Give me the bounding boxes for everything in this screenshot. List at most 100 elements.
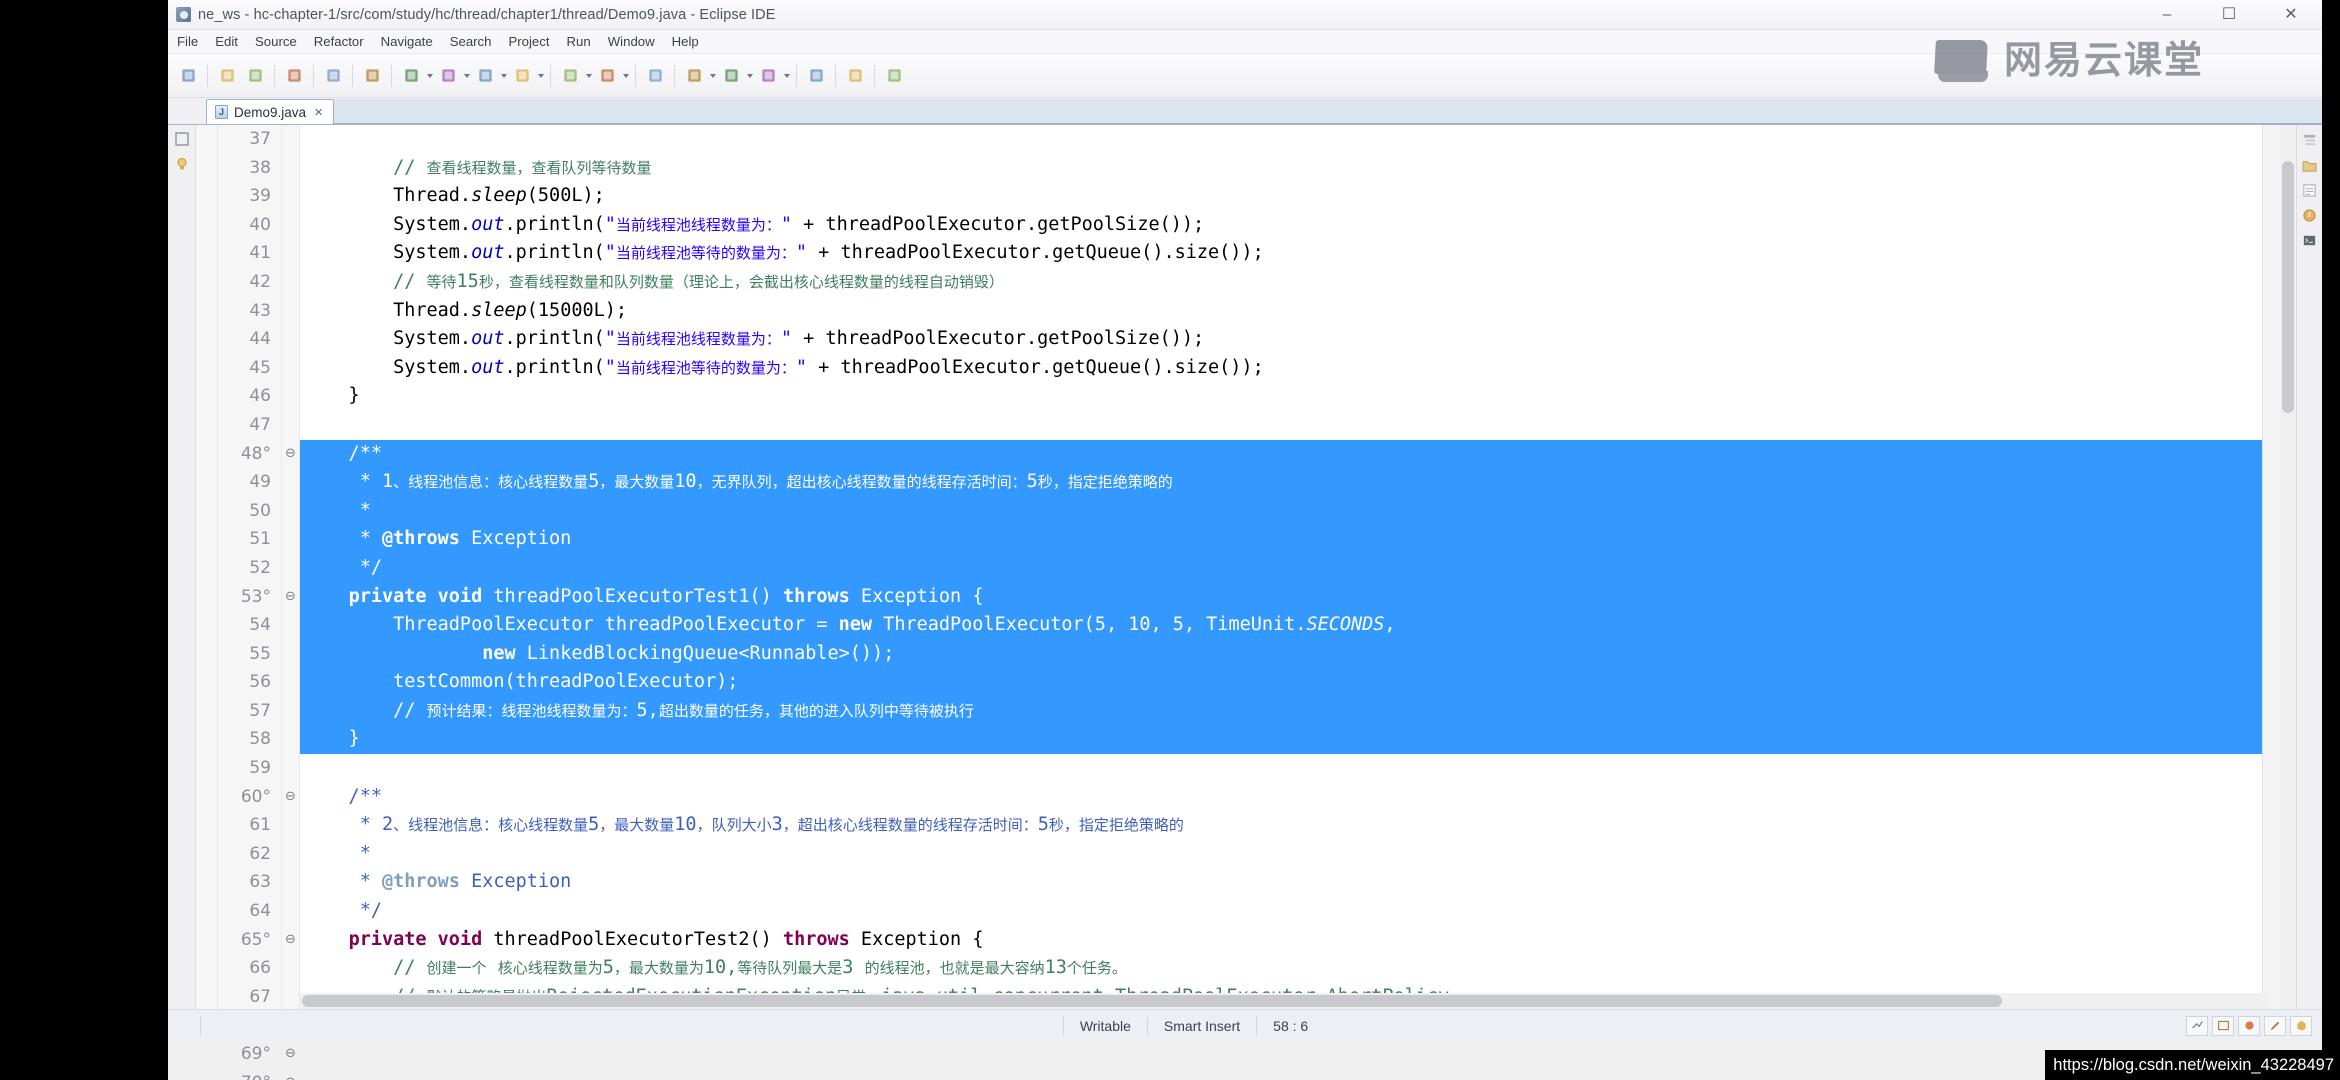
menu-item-run[interactable]: Run — [567, 34, 602, 49]
problems-view-icon[interactable] — [2302, 208, 2317, 223]
menu-item-edit[interactable]: Edit — [215, 34, 249, 49]
code-line[interactable]: */ — [300, 553, 2262, 583]
code-line[interactable]: * — [300, 840, 2262, 869]
code-line[interactable]: new LinkedBlockingQueue<Runnable>()); — [300, 639, 2262, 669]
toolbar-toggle-breakpoint-icon[interactable] — [842, 63, 868, 89]
code-line[interactable]: Thread.sleep(500L); — [300, 182, 2262, 211]
code-line[interactable]: */ — [300, 897, 2262, 926]
code-line[interactable]: testCommon(threadPoolExecutor); — [300, 668, 2262, 697]
toolbar-coverage-icon[interactable] — [509, 63, 535, 89]
tab-demo9-java[interactable]: Demo9.java ✕ — [206, 99, 335, 124]
fold-toggle[interactable]: ⊖ — [282, 1040, 299, 1069]
toolbar-dropdown-caret[interactable] — [499, 63, 508, 89]
toolbar-dropdown-caret[interactable] — [745, 63, 754, 89]
toolbar-run-external-icon[interactable] — [472, 63, 498, 89]
fold-toggle[interactable]: ⊖ — [282, 783, 299, 812]
code-line[interactable]: // 查看线程数量，查看队列等待数量 — [300, 154, 2262, 183]
fold-toggle[interactable]: ⊖ — [282, 926, 299, 955]
code-line[interactable]: System.out.println("当前线程池等待的数量为：" + thre… — [300, 239, 2262, 268]
code-line[interactable]: } — [300, 382, 2262, 411]
toolbar-search-icon[interactable] — [642, 63, 668, 89]
status-tray-icon-2[interactable] — [2212, 1015, 2234, 1036]
code-folding-ruler[interactable]: ⊖⊖⊖⊖⊖⊖ — [282, 125, 300, 1080]
code-line[interactable]: private void threadPoolExecutorTest2() t… — [300, 926, 2262, 955]
code-line[interactable]: // 预计结果：线程池线程数量为：5,超出数量的任务，其他的进入队列中等待被执行 — [300, 696, 2262, 726]
annotation-marker-bar[interactable] — [196, 125, 218, 1009]
package-explorer-icon[interactable] — [2302, 158, 2317, 173]
menu-item-refactor[interactable]: Refactor — [314, 34, 375, 49]
menu-item-source[interactable]: Source — [255, 34, 308, 49]
status-tray-icon-5[interactable] — [2290, 1015, 2312, 1036]
editor-vertical-scrollbar[interactable] — [2280, 125, 2296, 1009]
toolbar-print-icon[interactable] — [281, 63, 307, 89]
code-line[interactable]: * @throws Exception — [300, 525, 2262, 554]
menu-item-window[interactable]: Window — [608, 34, 666, 49]
code-line[interactable]: } — [300, 725, 2262, 755]
code-line[interactable]: System.out.println("当前线程池线程数量为：" + threa… — [300, 211, 2262, 240]
status-tray-icon-4[interactable] — [2264, 1015, 2286, 1036]
maximize-view-icon[interactable] — [174, 131, 190, 147]
code-line[interactable]: System.out.println("当前线程池等待的数量为：" + thre… — [300, 354, 2262, 383]
toolbar-open-type-icon[interactable] — [320, 63, 346, 89]
horizontal-scroll-thumb[interactable] — [302, 995, 2002, 1007]
toolbar-dropdown-caret[interactable] — [425, 63, 434, 89]
toolbar-run-icon[interactable] — [435, 63, 461, 89]
fold-toggle[interactable]: ⊖ — [282, 583, 299, 612]
overview-ruler[interactable] — [2262, 125, 2280, 1009]
code-line[interactable]: ThreadPoolExecutor threadPoolExecutor = … — [300, 611, 2262, 640]
code-line[interactable] — [300, 125, 2262, 154]
code-line[interactable]: * @throws Exception — [300, 868, 2262, 897]
toolbar-dropdown-caret[interactable] — [621, 63, 630, 89]
toolbar-dropdown-caret[interactable] — [584, 63, 593, 89]
fold-toggle[interactable]: ⊖ — [282, 1069, 299, 1080]
code-line[interactable]: /** — [300, 439, 2262, 469]
status-tray-icon-1[interactable] — [2186, 1015, 2208, 1036]
code-line[interactable]: Thread.sleep(15000L); — [300, 297, 2262, 326]
menu-item-help[interactable]: Help — [672, 34, 710, 49]
code-line[interactable]: * 2、线程池信息：核心线程数量5，最大数量10，队列大小3，超出核心线程数量的… — [300, 811, 2262, 840]
minimize-button[interactable]: – — [2136, 0, 2198, 30]
code-line[interactable]: System.out.println("当前线程池线程数量为：" + threa… — [300, 325, 2262, 354]
toolbar-save-icon[interactable] — [214, 63, 240, 89]
toolbar-dropdown-caret[interactable] — [782, 63, 791, 89]
menu-item-search[interactable]: Search — [450, 34, 503, 49]
toolbar-back-icon[interactable] — [718, 63, 744, 89]
code-line[interactable] — [300, 754, 2262, 783]
toolbar-last-edit-icon[interactable] — [681, 63, 707, 89]
editor-horizontal-scrollbar[interactable] — [300, 993, 2268, 1009]
menu-item-project[interactable]: Project — [508, 34, 560, 49]
task-list-icon[interactable] — [2302, 183, 2317, 198]
toolbar-skip-breakpoints-icon[interactable] — [881, 63, 907, 89]
vertical-scroll-thumb[interactable] — [2282, 161, 2294, 413]
code-line[interactable]: // 等待15秒，查看线程数量和队列数量（理论上，会截出核心线程数量的线程自动销… — [300, 268, 2262, 297]
bulb-quickfix-icon[interactable] — [174, 156, 190, 172]
console-view-icon[interactable] — [2302, 233, 2317, 248]
line-number: 60° — [240, 786, 271, 807]
toolbar-new-class-icon[interactable] — [594, 63, 620, 89]
maximize-button[interactable]: ☐ — [2198, 0, 2260, 30]
code-line[interactable]: * 1、线程池信息：核心线程数量5，最大数量10，无界队列，超出核心线程数量的线… — [300, 468, 2262, 497]
code-line[interactable]: /** — [300, 783, 2262, 812]
code-line[interactable]: // 创建一个 核心线程数量为5，最大数量为10,等待队列最大是3 的线程池，也… — [300, 954, 2262, 983]
toolbar-new-wizard-icon[interactable] — [175, 63, 201, 89]
code-line[interactable] — [300, 411, 2262, 440]
status-tray-icon-3[interactable] — [2238, 1015, 2260, 1036]
outline-view-icon[interactable] — [2302, 133, 2317, 148]
code-line[interactable]: private void threadPoolExecutorTest1() t… — [300, 582, 2262, 612]
fold-toggle[interactable]: ⊖ — [282, 440, 299, 469]
toolbar-forward-icon[interactable] — [755, 63, 781, 89]
code-text-area[interactable]: // 查看线程数量，查看队列等待数量 Thread.sleep(500L); S… — [300, 125, 2262, 1009]
toolbar-dropdown-caret[interactable] — [462, 63, 471, 89]
menu-item-navigate[interactable]: Navigate — [381, 34, 444, 49]
tab-close-icon[interactable]: ✕ — [314, 106, 323, 119]
close-button[interactable]: ✕ — [2260, 0, 2322, 30]
toolbar-new-java-project-icon[interactable] — [557, 63, 583, 89]
menu-item-file[interactable]: File — [177, 34, 209, 49]
toolbar-save-all-icon[interactable] — [242, 63, 268, 89]
toolbar-pin-editor-icon[interactable] — [803, 63, 829, 89]
toolbar-debug-icon[interactable] — [398, 63, 424, 89]
code-line[interactable]: * — [300, 496, 2262, 526]
toolbar-build-all-icon[interactable] — [359, 63, 385, 89]
toolbar-dropdown-caret[interactable] — [536, 63, 545, 89]
toolbar-dropdown-caret[interactable] — [708, 63, 717, 89]
